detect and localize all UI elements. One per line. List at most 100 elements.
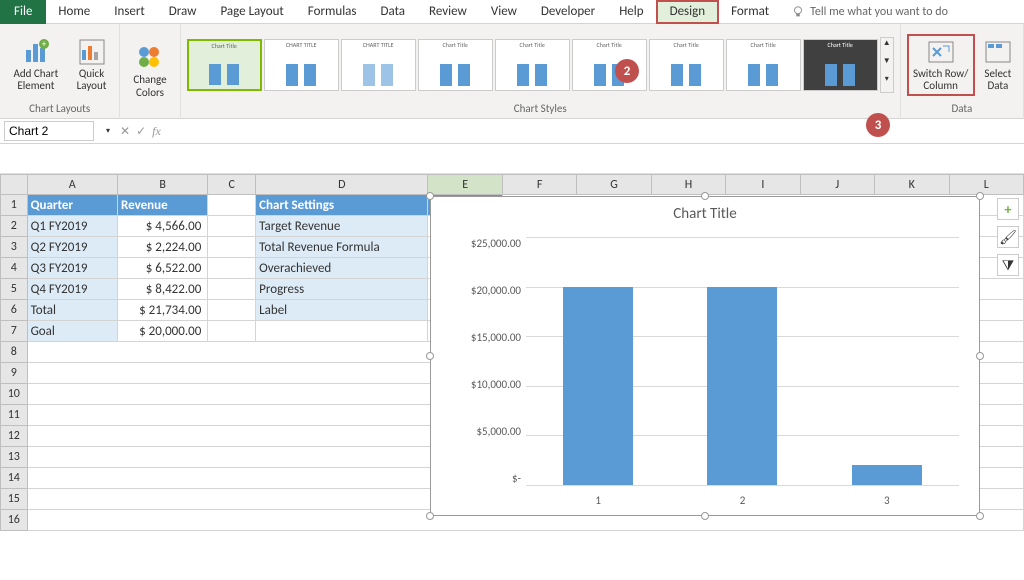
- cell-B4[interactable]: $ 6,522.00: [117, 258, 207, 279]
- col-header-J[interactable]: J: [800, 175, 874, 195]
- chart-elements-button[interactable]: +: [997, 198, 1019, 220]
- worksheet-grid[interactable]: A B C D E F G H I J K L 1QuarterRevenue C…: [0, 174, 1024, 574]
- col-header-I[interactable]: I: [726, 175, 800, 195]
- tell-me-search[interactable]: Tell me what you want to do: [791, 5, 948, 19]
- fx-icon[interactable]: fx: [152, 124, 161, 139]
- cell-B6[interactable]: $ 21,734.00: [117, 300, 207, 321]
- gallery-scroll-up[interactable]: ▲: [881, 38, 893, 56]
- col-header-A[interactable]: A: [27, 175, 117, 195]
- switch-row-column-button[interactable]: Switch Row/ Column: [907, 34, 975, 96]
- chart-style-5[interactable]: Chart Title: [495, 39, 570, 91]
- name-box-dropdown[interactable]: ▾: [106, 126, 110, 136]
- change-colors-button[interactable]: Change Colors: [126, 42, 173, 100]
- chart-style-2[interactable]: CHART TITLE: [264, 39, 339, 91]
- chart-style-9[interactable]: Chart Title: [803, 39, 878, 91]
- row-header-2[interactable]: 2: [1, 216, 28, 237]
- tab-view[interactable]: View: [479, 0, 529, 24]
- chart-handle[interactable]: [701, 512, 709, 520]
- cell-A7[interactable]: Goal: [27, 321, 117, 342]
- chart-style-1[interactable]: Chart Title: [187, 39, 262, 91]
- tab-review[interactable]: Review: [417, 0, 479, 24]
- tab-design[interactable]: Design: [656, 0, 719, 24]
- select-data-button[interactable]: Select Data: [979, 36, 1017, 94]
- cell-A5[interactable]: Q4 FY2019: [27, 279, 117, 300]
- tab-page-layout[interactable]: Page Layout: [208, 0, 295, 24]
- file-tab[interactable]: File: [0, 0, 46, 24]
- row-header-5[interactable]: 5: [1, 279, 28, 300]
- cell-D3[interactable]: Total Revenue Formula: [256, 237, 428, 258]
- col-header-B[interactable]: B: [117, 175, 207, 195]
- chart-style-8[interactable]: Chart Title: [726, 39, 801, 91]
- chart-handle[interactable]: [701, 192, 709, 200]
- callout-3: 3: [866, 113, 890, 137]
- group-label-chart-layouts: Chart Layouts: [6, 102, 113, 115]
- cell-A6[interactable]: Total: [27, 300, 117, 321]
- cell-D2[interactable]: Target Revenue: [256, 216, 428, 237]
- tab-developer[interactable]: Developer: [529, 0, 607, 24]
- cell-A2[interactable]: Q1 FY2019: [27, 216, 117, 237]
- chart-handle[interactable]: [976, 512, 984, 520]
- cell-D1[interactable]: Chart Settings: [256, 195, 428, 216]
- chart-plot-area[interactable]: $25,000.00 $20,000.00 $15,000.00 $10,000…: [461, 237, 959, 485]
- cell-B1[interactable]: Revenue: [117, 195, 207, 216]
- cell-B2[interactable]: $ 4,566.00: [117, 216, 207, 237]
- cell-D6[interactable]: Label: [256, 300, 428, 321]
- chart-style-7[interactable]: Chart Title: [649, 39, 724, 91]
- gallery-scroll-down[interactable]: ▼: [881, 56, 893, 74]
- chart-title[interactable]: Chart Title: [431, 197, 979, 231]
- tab-draw[interactable]: Draw: [157, 0, 209, 24]
- chart-handle[interactable]: [426, 512, 434, 520]
- col-header-G[interactable]: G: [577, 175, 651, 195]
- cell-A1[interactable]: Quarter: [27, 195, 117, 216]
- col-header-E[interactable]: E: [428, 175, 502, 195]
- chart-style-3[interactable]: CHART TITLE: [341, 39, 416, 91]
- tab-home[interactable]: Home: [46, 0, 102, 24]
- name-box[interactable]: [4, 121, 94, 141]
- select-all-corner[interactable]: [1, 175, 28, 195]
- col-header-F[interactable]: F: [502, 175, 576, 195]
- cell-D5[interactable]: Progress: [256, 279, 428, 300]
- tab-data[interactable]: Data: [369, 0, 418, 24]
- row-header-6[interactable]: 6: [1, 300, 28, 321]
- col-header-L[interactable]: L: [949, 175, 1024, 195]
- cell-B5[interactable]: $ 8,422.00: [117, 279, 207, 300]
- quick-layout-button[interactable]: Quick Layout: [70, 36, 113, 94]
- chart-filters-button[interactable]: ⧩: [997, 254, 1019, 276]
- embedded-chart[interactable]: Chart Title $25,000.00 $20,000.00 $15,00…: [430, 196, 980, 516]
- chart-handle[interactable]: [976, 192, 984, 200]
- chart-handle[interactable]: [426, 352, 434, 360]
- chart-handle[interactable]: [426, 192, 434, 200]
- group-label-chart-styles: Chart Styles: [187, 102, 894, 115]
- cell-A4[interactable]: Q3 FY2019: [27, 258, 117, 279]
- col-header-D[interactable]: D: [256, 175, 428, 195]
- chart-bar-1[interactable]: [563, 287, 633, 485]
- row-header-1[interactable]: 1: [1, 195, 28, 216]
- chart-bar-2[interactable]: [707, 287, 777, 485]
- tab-help[interactable]: Help: [607, 0, 655, 24]
- enter-icon[interactable]: ✓: [136, 124, 146, 139]
- chart-bars: [526, 237, 959, 485]
- cancel-icon[interactable]: ✕: [120, 124, 130, 139]
- chart-styles-button[interactable]: 🖌: [997, 226, 1019, 248]
- row-header-7[interactable]: 7: [1, 321, 28, 342]
- cell-C1[interactable]: [208, 195, 256, 216]
- cell-B7[interactable]: $ 20,000.00: [117, 321, 207, 342]
- chart-style-4[interactable]: Chart Title: [418, 39, 493, 91]
- gallery-more[interactable]: ▾: [881, 74, 893, 92]
- row-header-4[interactable]: 4: [1, 258, 28, 279]
- col-header-K[interactable]: K: [875, 175, 949, 195]
- chart-handle[interactable]: [976, 352, 984, 360]
- cell-A3[interactable]: Q2 FY2019: [27, 237, 117, 258]
- add-chart-element-button[interactable]: + Add Chart Element: [6, 36, 66, 94]
- add-chart-element-label: Add Chart Element: [10, 68, 62, 92]
- col-header-H[interactable]: H: [651, 175, 725, 195]
- tab-formulas[interactable]: Formulas: [296, 0, 369, 24]
- chart-bar-3[interactable]: [852, 465, 922, 485]
- cell-D4[interactable]: Overachieved: [256, 258, 428, 279]
- cell-B3[interactable]: $ 2,224.00: [117, 237, 207, 258]
- col-header-C[interactable]: C: [208, 175, 256, 195]
- tab-insert[interactable]: Insert: [102, 0, 157, 24]
- row-header-3[interactable]: 3: [1, 237, 28, 258]
- tab-format[interactable]: Format: [719, 0, 781, 24]
- select-data-label: Select Data: [983, 68, 1013, 92]
